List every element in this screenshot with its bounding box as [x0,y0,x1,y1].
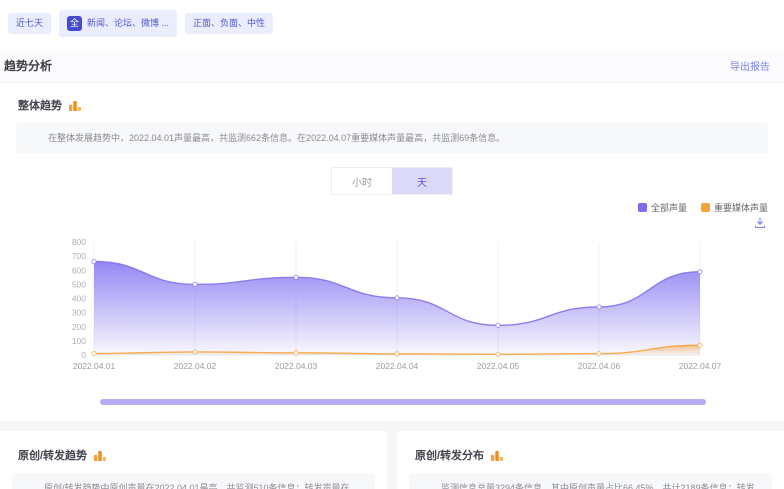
sentiment-label: 正面、负面、中性 [193,19,265,28]
overall-trend-summary: 在整体发展趋势中，2022.04.01声量最高，共监测662条信息。在2022.… [16,123,768,153]
source-type-chip[interactable]: 全 新闻、论坛、微博 ... [59,10,177,37]
svg-text:2022.04.02: 2022.04.02 [174,361,217,371]
granularity-toggle: 小时 天 [331,167,453,195]
award-podium-icon [93,449,107,462]
legend-swatch [638,203,647,212]
svg-text:100: 100 [72,336,86,346]
legend-label: 重要媒体声量 [714,201,768,214]
original-repost-trend-title: 原创/转发趋势 [18,447,87,463]
trend-chart: 0 100 200 300 400 500 600 700 800 2022.04.01 2022.… [58,234,784,387]
original-repost-dist-summary: 监测信息总量3294条信息，其中原创声量占比66.45%，共计2189条信息；转… [409,473,772,489]
download-chart-icon[interactable] [754,216,766,234]
legend-label: 全部声量 [651,201,687,214]
svg-text:600: 600 [72,266,86,276]
legend-swatch [701,203,710,212]
svg-text:0: 0 [81,350,86,360]
time-range-label: 近七天 [16,19,43,28]
award-podium-icon [490,449,504,462]
bottom-cards-row: 原创/转发趋势 原创/转发趋势中原创声量在2022.04.01最高，共监测510… [0,431,784,489]
trend-chart-svg[interactable]: 0 100 200 300 400 500 600 700 800 2022.04.01 2022.… [58,234,784,382]
svg-text:2022.04.06: 2022.04.06 [578,361,621,371]
overall-trend-title: 整体趋势 [18,97,62,113]
legend-item[interactable]: 重要媒体声量 [701,201,768,214]
source-type-label: 新闻、论坛、微博 ... [87,19,169,28]
export-report-link[interactable]: 导出报告 [730,58,770,73]
svg-text:200: 200 [72,322,86,332]
time-range-chip[interactable]: 近七天 [8,13,51,34]
svg-text:300: 300 [72,308,86,318]
toggle-hour-button[interactable]: 小时 [332,168,392,194]
chart-legend: 全部声量 重要媒体声量 [0,199,784,214]
svg-text:700: 700 [72,252,86,262]
svg-text:400: 400 [72,294,86,304]
svg-text:2022.04.07: 2022.04.07 [679,361,722,371]
section-header: 趋势分析 导出报告 [0,49,784,83]
svg-text:2022.04.04: 2022.04.04 [376,361,419,371]
svg-text:800: 800 [72,237,86,247]
original-repost-dist-title: 原创/转发分布 [415,447,484,463]
sentiment-chip[interactable]: 正面、负面、中性 [185,13,273,34]
original-repost-dist-card: 原创/转发分布 监测信息总量3294条信息，其中原创声量占比66.45%，共计2… [397,431,784,489]
svg-text:2022.04.01: 2022.04.01 [73,361,116,371]
svg-text:2022.04.05: 2022.04.05 [477,361,520,371]
datazoom-scrollbar[interactable] [100,399,706,405]
toggle-day-button[interactable]: 天 [392,168,452,194]
overall-trend-card: 整体趋势 在整体发展趋势中，2022.04.01声量最高，共监测662条信息。在… [0,83,784,421]
original-repost-trend-card: 原创/转发趋势 原创/转发趋势中原创声量在2022.04.01最高，共监测510… [0,431,387,489]
svg-text:2022.04.03: 2022.04.03 [275,361,318,371]
original-repost-trend-summary: 原创/转发趋势中原创声量在2022.04.01最高，共监测510条信息；转发声量… [12,473,375,489]
source-count-badge: 全 [67,16,82,31]
legend-item[interactable]: 全部声量 [638,201,687,214]
page-title: 趋势分析 [4,57,52,74]
svg-text:500: 500 [72,280,86,290]
award-podium-icon [68,99,82,112]
filter-bar: 近七天 全 新闻、论坛、微博 ... 正面、负面、中性 [0,0,784,49]
